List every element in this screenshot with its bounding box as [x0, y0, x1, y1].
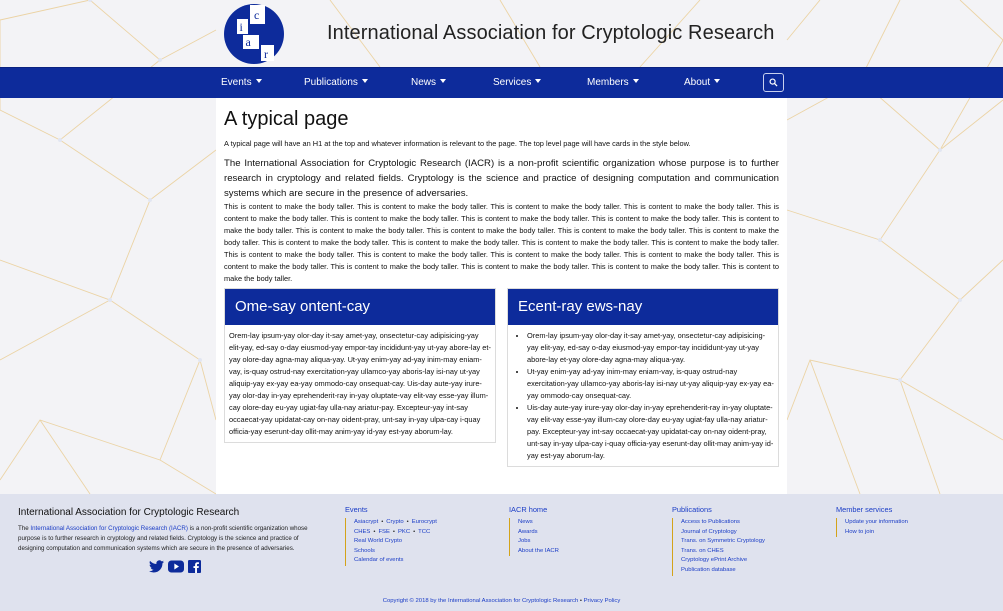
footer-link[interactable]: About the IACR — [518, 547, 559, 557]
caret-down-icon — [440, 79, 447, 83]
footer-desc-prefix: The — [18, 525, 31, 532]
search-button[interactable] — [763, 73, 784, 92]
footer-link[interactable]: Crypto — [386, 519, 403, 525]
footer-link[interactable]: CHES — [354, 529, 370, 535]
footer-col-iacr-home: IACR home News Awards Jobs About the IAC… — [509, 505, 559, 557]
nav-label: News — [411, 77, 437, 88]
iacr-logo[interactable]: i a c r — [223, 3, 285, 65]
main-content: A typical page A typical page will have … — [216, 98, 787, 494]
footer-link-row: Asiacrypt • Crypto • Eurocrypt — [354, 518, 437, 528]
caret-down-icon — [632, 79, 639, 83]
footer-link[interactable]: TCC — [418, 529, 430, 535]
main-navbar: Events Publications News Services Member… — [0, 67, 1003, 98]
footer-iacr-link[interactable]: International Association for Cryptologi… — [30, 525, 188, 532]
search-icon — [769, 78, 778, 87]
card-title: Ecent-ray ews-nay — [508, 289, 778, 325]
footer-link[interactable]: FSE — [378, 529, 389, 535]
social-links — [149, 560, 201, 573]
facebook-icon[interactable] — [188, 560, 201, 573]
footer-col-title[interactable]: Member services — [836, 505, 908, 514]
separator-dot: • — [381, 519, 384, 525]
nav-label: Members — [587, 77, 629, 88]
nav-label: About — [684, 77, 711, 88]
news-item: Ut-yay enim-yay ad-yay inim-may eniam-va… — [527, 366, 774, 402]
card-body: Orem-lay ipsum-yay olor-day it-say amet-… — [508, 325, 778, 466]
nav-label: Services — [493, 77, 532, 88]
footer-link[interactable]: How to join — [845, 528, 908, 538]
news-list: Orem-lay ipsum-yay olor-day it-say amet-… — [512, 330, 774, 462]
copyright-link[interactable]: Copyright © 2018 by the International As… — [383, 598, 579, 604]
footer-link[interactable]: Access to Publications — [681, 518, 765, 528]
footer-link[interactable]: Calendar of events — [354, 556, 437, 566]
privacy-policy-link[interactable]: Privacy Policy — [584, 598, 621, 604]
footer-link[interactable]: Cryptology ePrint Archive — [681, 556, 765, 566]
card-body: Orem-lay ipsum-yay olor-day it-say amet-… — [229, 331, 491, 436]
nav-label: Events — [221, 77, 252, 88]
separator-dot: • — [406, 519, 409, 525]
footer-col-title[interactable]: IACR home — [509, 505, 559, 514]
footer-link[interactable]: Journal of Cryptology — [681, 528, 765, 538]
footer-col-events: Events Asiacrypt • Crypto • Eurocrypt CHES • F… — [345, 505, 437, 566]
nav-about[interactable]: About — [684, 77, 721, 88]
footer-col-member-services: Member services Update your information … — [836, 505, 908, 538]
nav-label: Publications — [304, 77, 358, 88]
caret-down-icon — [255, 79, 262, 83]
footer-col-publications: Publications Access to Publications Jour… — [672, 505, 765, 576]
intro-note: A typical page will have an H1 at the to… — [224, 139, 691, 148]
nav-members[interactable]: Members — [587, 77, 639, 88]
separator-dot: • — [413, 528, 416, 535]
footer-link[interactable]: Asiacrypt — [354, 519, 378, 525]
nav-services[interactable]: Services — [493, 77, 542, 88]
footer-col-list: News Awards Jobs About the IACR — [509, 518, 559, 557]
nav-publications[interactable]: Publications — [304, 77, 368, 88]
intro-paragraph: The International Association for Crypto… — [224, 158, 779, 199]
footer-link[interactable]: Schools — [354, 547, 437, 557]
footer-link[interactable]: News — [518, 518, 559, 528]
footer-link[interactable]: Publication database — [681, 566, 765, 576]
nav-events[interactable]: Events — [221, 77, 262, 88]
twitter-icon[interactable] — [149, 560, 164, 573]
footer-col-list: Update your information How to join — [836, 518, 908, 538]
content-card: Ome-say ontent-cay Orem-lay ipsum-yay ol… — [224, 288, 496, 443]
news-item: Uis-day aute-yay irure-yay olor-day in-y… — [527, 402, 774, 462]
filler-paragraph: This is content to make the body taller.… — [224, 202, 779, 283]
youtube-icon[interactable] — [168, 560, 184, 573]
logo-letter-a: a — [246, 35, 252, 49]
caret-down-icon — [535, 79, 542, 83]
footer-description: The International Association for Crypto… — [18, 524, 323, 553]
footer-link[interactable]: Trans. on Symmetric Cryptology — [681, 537, 765, 547]
footer-link[interactable]: Eurocrypt — [412, 519, 437, 525]
page-title: A typical page — [224, 108, 349, 130]
caret-down-icon — [714, 79, 721, 83]
caret-down-icon — [361, 79, 368, 83]
logo-letter-r: r — [264, 47, 268, 61]
footer-link[interactable]: PKC — [398, 529, 410, 535]
copyright-line: Copyright © 2018 by the International As… — [0, 598, 1003, 604]
footer-title: International Association for Cryptologi… — [18, 507, 240, 518]
footer-link[interactable]: Real World Crypto — [354, 537, 437, 547]
site-footer: International Association for Cryptologi… — [0, 494, 1003, 611]
site-title[interactable]: International Association for Cryptologi… — [327, 22, 774, 45]
footer-link[interactable]: Trans. on CHES — [681, 547, 765, 557]
footer-col-list: Asiacrypt • Crypto • Eurocrypt CHES • FSE • PKC •… — [345, 518, 437, 566]
logo-letter-c: c — [254, 8, 259, 22]
footer-link[interactable]: Awards — [518, 528, 559, 538]
separator-dot: • — [373, 528, 376, 535]
footer-link-row: CHES • FSE • PKC • TCC — [354, 528, 437, 538]
footer-col-title[interactable]: Publications — [672, 505, 765, 514]
news-card: Ecent-ray ews-nay Orem-lay ipsum-yay olo… — [507, 288, 779, 467]
card-title: Ome-say ontent-cay — [225, 289, 495, 325]
site-header: i a c r International Association for Cr… — [0, 0, 1003, 67]
footer-link[interactable]: Jobs — [518, 537, 559, 547]
news-item: Orem-lay ipsum-yay olor-day it-say amet-… — [527, 330, 774, 366]
nav-news[interactable]: News — [411, 77, 447, 88]
footer-link[interactable]: Update your information — [845, 518, 908, 528]
separator-dot: • — [392, 528, 395, 535]
footer-col-title[interactable]: Events — [345, 505, 437, 514]
footer-col-list: Access to Publications Journal of Crypto… — [672, 518, 765, 576]
